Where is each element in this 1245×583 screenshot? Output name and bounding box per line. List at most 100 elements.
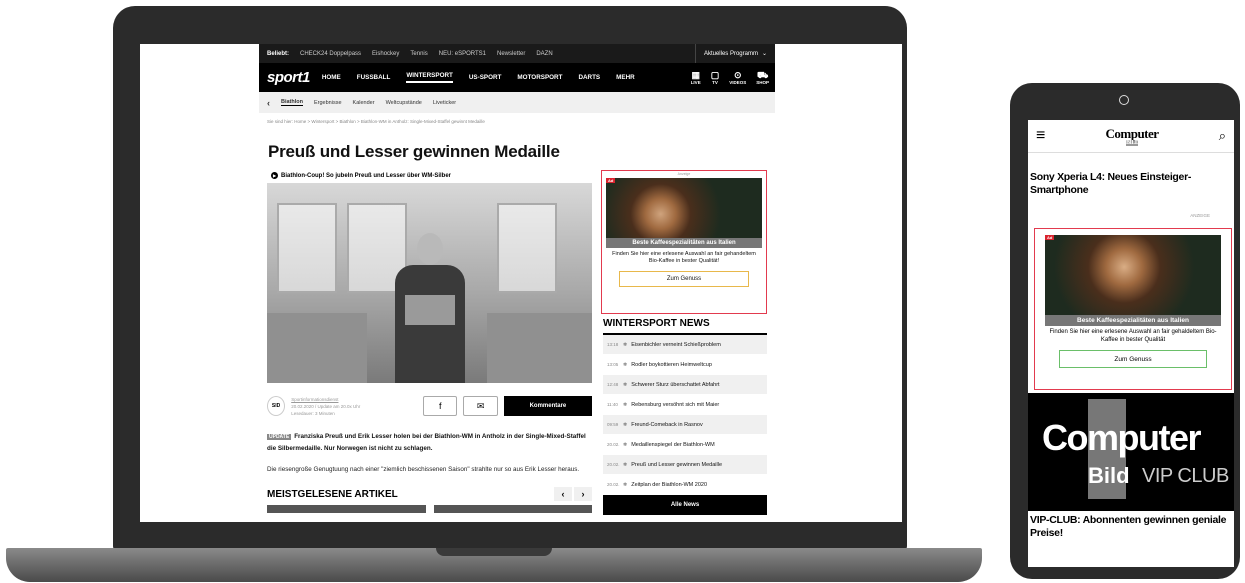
topbar-link[interactable]: Tennis <box>410 51 427 57</box>
topbar-link[interactable]: Eishockey <box>372 51 399 57</box>
tv-icon: ▢ <box>710 70 720 80</box>
news-time: 20.02. <box>607 482 620 487</box>
article-photo[interactable] <box>267 183 592 383</box>
ad-cta-button[interactable]: Zum Genuss <box>619 271 749 287</box>
vip-article-title[interactable]: VIP-CLUB: Abonnenten gewinnen geniale Pr… <box>1030 514 1230 540</box>
bullet-icon: ❄ <box>623 481 628 488</box>
computerbild-logo[interactable]: Computer BILD <box>1045 126 1218 146</box>
nav-live[interactable]: ▦ LIVE <box>691 70 701 85</box>
chevron-down-icon: ⌄ <box>761 51 767 57</box>
sport1-logo[interactable]: sport1 <box>267 69 310 86</box>
bullet-icon: ❄ <box>623 361 628 368</box>
nav-wintersport[interactable]: WINTERSPORT <box>406 72 453 83</box>
photo-furniture <box>487 313 592 383</box>
news-item[interactable]: 20.02. ❄ Zeitplan der Biathlon-WM 2020 <box>603 475 767 495</box>
nav-us-sport[interactable]: US-SPORT <box>469 74 502 81</box>
search-icon[interactable]: ⌕ <box>1219 128 1226 144</box>
news-item[interactable]: 20.02. ❄ Medaillenspiegel der Biathlon-WM <box>603 435 767 455</box>
most-read-thumb[interactable] <box>433 505 592 513</box>
carousel-prev-button[interactable]: ‹ <box>554 487 572 501</box>
news-time: 13:05 <box>607 362 619 367</box>
news-item[interactable]: 20.02. ❄ Preuß und Lesser gewinnen Medaill… <box>603 455 767 475</box>
news-text: Rodler boykottieren Heimweltcup <box>631 361 712 368</box>
nav-mehr[interactable]: MEHR <box>616 74 635 81</box>
subnav-ergebnisse[interactable]: Ergebnisse <box>314 100 342 106</box>
topbar-link[interactable]: NEU: eSPORTS1 <box>439 51 486 57</box>
ad-cta-button[interactable]: Zum Genuss <box>1059 350 1207 368</box>
vip-logo-top: Computer <box>1042 417 1202 458</box>
coffee-image[interactable]: Ad <box>1045 235 1221 315</box>
laptop-screen: Beliebt: CHECK24 Doppelpass Eishockey Te… <box>140 44 902 522</box>
subnav-kalender[interactable]: Kalender <box>353 100 375 106</box>
news-time: 12:48 <box>607 382 619 387</box>
photo-laptop <box>405 295 455 325</box>
all-news-button[interactable]: Alle News <box>603 495 767 515</box>
topbar-link[interactable]: DAZN <box>536 51 552 57</box>
most-read-title: MEISTGELESENE ARTIKEL <box>267 488 398 500</box>
update-badge: UPDATE <box>267 434 292 440</box>
news-item[interactable]: 12:48 ❄ Schwerer Sturz überschattet Abfahr… <box>603 375 767 395</box>
topbar-link[interactable]: Newsletter <box>497 51 525 57</box>
subnav-liveticker[interactable]: Liveticker <box>433 100 456 106</box>
chevron-left-icon[interactable]: ‹ <box>267 98 270 108</box>
article-lead: UPDATE Franziska Preuß und Erik Lesser ho… <box>267 431 592 454</box>
nav-darts[interactable]: DARTS <box>578 74 600 81</box>
nav-home[interactable]: HOME <box>322 74 341 81</box>
breadcrumb: Sie sind hier: Home > Wintersport > Biat… <box>267 119 485 124</box>
bullet-icon: ❄ <box>623 461 628 468</box>
news-item[interactable]: 09:59 ❄ Freund-Comeback in Rasnov <box>603 415 767 435</box>
news-item[interactable]: 13:05 ❄ Rodler boykottieren Heimweltcup <box>603 355 767 375</box>
page-title: Preuß und Lesser gewinnen Medaille <box>268 142 560 161</box>
logo-sub: BILD <box>1126 140 1139 146</box>
coffee-image[interactable]: Ad <box>606 178 762 238</box>
nav-live-label: LIVE <box>690 80 701 85</box>
nav-tv[interactable]: ▢ TV <box>711 70 720 85</box>
phone-ad-box[interactable]: Ad Beste Kaffeespezialitäten aus Italien… <box>1034 228 1232 390</box>
phone-article-title[interactable]: Sony Xperia L4: Neues Einsteiger-Smartph… <box>1028 153 1234 197</box>
author-name[interactable]: Sportinformationsdienst <box>291 396 399 403</box>
news-text: Preuß und Lesser gewinnen Medaille <box>631 461 723 468</box>
vip-club-banner[interactable]: Computer Bild VIP CLUB <box>1028 393 1234 511</box>
bullet-icon: ❄ <box>623 401 628 408</box>
news-item[interactable]: 11:40 ❄ Rebensburg versöhnt sich mit Maier <box>603 395 767 415</box>
topbar-link[interactable]: CHECK24 Doppelpass <box>300 51 361 57</box>
facebook-share-button[interactable]: f <box>423 396 458 416</box>
mail-share-button[interactable]: ✉ <box>463 396 498 416</box>
ad-box[interactable]: Anzeige Ad Beste Kaffeespezialitäten aus… <box>601 170 767 314</box>
comments-button[interactable]: Kommentare <box>503 396 592 416</box>
popular-label: Beliebt: <box>267 50 290 57</box>
news-text: Zeitplan der Biathlon-WM 2020 <box>631 481 708 488</box>
programm-label: Aktuelles Programm <box>703 50 758 57</box>
ad-title: Beste Kaffeespezialitäten aus Italien <box>606 238 762 248</box>
nav-motorsport[interactable]: MOTORSPORT <box>517 74 562 81</box>
most-read-thumb[interactable] <box>267 505 426 513</box>
camera-icon <box>1119 95 1129 105</box>
news-time: 20.02. <box>607 462 620 467</box>
play-icon: ⊙ <box>733 70 742 80</box>
phone-screen: ≡ Computer BILD ⌕ Sony Xperia L4: Neues … <box>1028 120 1234 567</box>
programm-dropdown[interactable]: Aktuelles Programm ⌄ <box>694 44 775 63</box>
phone-header: ≡ Computer BILD ⌕ <box>1028 120 1234 153</box>
photo-person-head <box>417 233 443 265</box>
subnav-biathlon[interactable]: Biathlon <box>281 99 303 106</box>
news-item[interactable]: 13:18 ❄ Eisenbichler verneint Schießproble… <box>603 335 767 355</box>
carousel-next-button[interactable]: › <box>574 487 592 501</box>
photo-furniture <box>267 313 367 383</box>
nav-videos-label: VIDEOS <box>729 80 747 85</box>
calendar-icon: ▦ <box>691 70 700 80</box>
ad-badge: Ad <box>1045 235 1055 240</box>
photo-person <box>395 233 465 383</box>
nav-shop[interactable]: ⛟ SHOP <box>756 70 769 85</box>
reading-time: Lesedauer: 3 Minuten <box>291 410 335 416</box>
nav-videos[interactable]: ⊙ VIDEOS <box>729 70 746 85</box>
phone-frame: ≡ Computer BILD ⌕ Sony Xperia L4: Neues … <box>1010 83 1240 579</box>
nav-shop-label: SHOP <box>756 80 769 85</box>
ad-label: ANZEIGE <box>1190 213 1210 218</box>
author-info: Sportinformationsdienst 20.02.2020 / Upd… <box>291 396 399 417</box>
news-text: Rebensburg versöhnt sich mit Maier <box>631 401 720 408</box>
menu-icon[interactable]: ≡ <box>1036 127 1045 145</box>
video-title[interactable]: ▶ Biathlon-Coup! So jubeln Preuß und Les… <box>267 170 592 183</box>
photo-window <box>497 203 557 293</box>
subnav-weltcup[interactable]: Weltcupstände <box>386 100 422 106</box>
nav-fussball[interactable]: FUSSBALL <box>357 74 391 81</box>
